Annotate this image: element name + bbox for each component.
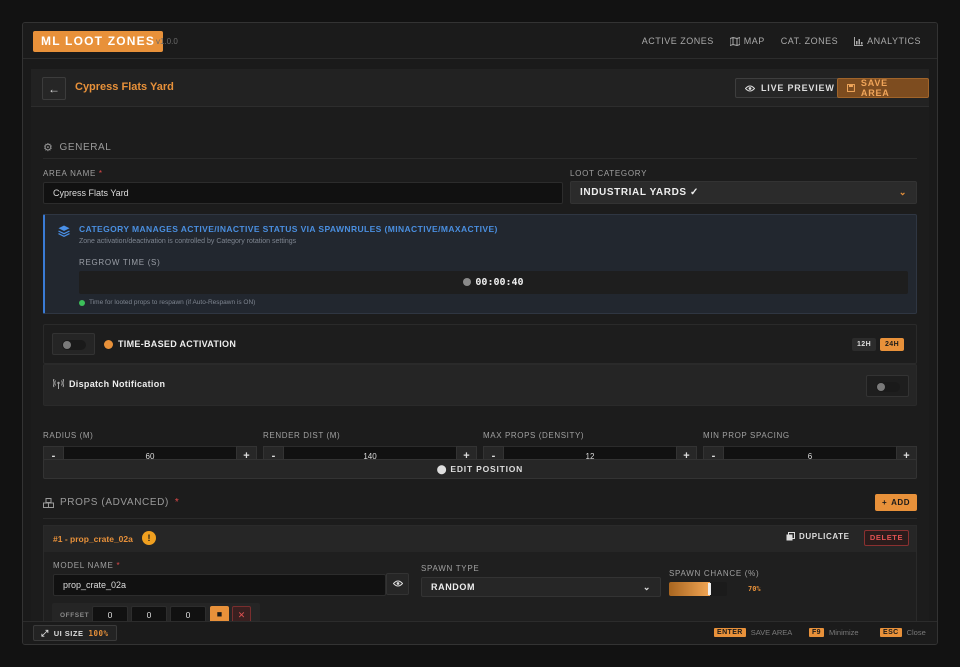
main-nav: ACTIVE ZONES MAP CAT. ZONES ANALYTICS xyxy=(642,23,921,59)
offset-y-input[interactable]: 0 xyxy=(131,606,167,621)
loot-zones-window: ML LOOT ZONES v1.0.0 ACTIVE ZONES MAP CA… xyxy=(22,22,938,645)
clock-icon xyxy=(104,339,113,349)
arrow-left-icon: ← xyxy=(48,81,60,96)
cubes-icon xyxy=(43,497,54,508)
clock-icon xyxy=(463,278,472,286)
area-editor-panel: ← Cypress Flats Yard LIVE PREVIEW SAVE A… xyxy=(31,69,929,621)
delete-prop-button[interactable]: DELETE xyxy=(864,530,909,546)
spawn-chance-fill xyxy=(669,582,710,596)
spawn-chance-value: 70% xyxy=(748,585,761,593)
prop-card-header: #1 - prop_crate_02a ! DUPLICATE DELETE xyxy=(44,526,916,552)
spawn-chance-label: SPAWN CHANCE (%) xyxy=(669,569,760,578)
regrow-time-input[interactable]: 00:00:40 xyxy=(79,271,908,294)
eye-icon xyxy=(745,85,755,91)
min-prop-spacing-label: MIN PROP SPACING xyxy=(703,431,790,440)
clear-offset-button[interactable]: ✕ xyxy=(232,606,251,621)
shortcut-enter: ENTER SAVE AREA xyxy=(714,628,792,637)
spawn-chance-slider[interactable] xyxy=(669,582,727,596)
prop-title: #1 - prop_crate_02a xyxy=(53,534,133,544)
app-version: v1.0.0 xyxy=(156,37,178,46)
props-section-title: PROPS (ADVANCED) * xyxy=(43,497,179,508)
warning-icon: ! xyxy=(142,531,156,545)
dispatch-notification-row: Dispatch Notification xyxy=(43,364,917,406)
kbd-enter: ENTER xyxy=(714,628,746,637)
area-header: ← Cypress Flats Yard LIVE PREVIEW SAVE A… xyxy=(31,69,929,107)
copy-icon xyxy=(786,532,795,541)
live-preview-button[interactable]: LIVE PREVIEW xyxy=(735,78,845,98)
close-icon: ✕ xyxy=(237,610,246,620)
save-area-button[interactable]: SAVE AREA xyxy=(837,78,929,98)
general-section-title: ⚙ GENERAL xyxy=(43,142,112,154)
regrow-time-label: REGROW TIME (S) xyxy=(79,258,161,267)
loot-category-select[interactable]: INDUSTRIAL YARDS ✓ ⌄ xyxy=(570,181,917,204)
dispatch-toggle-wrap xyxy=(866,375,909,397)
dispatch-toggle[interactable] xyxy=(876,382,900,392)
floppy-icon xyxy=(847,84,855,92)
offset-label: OFFSET xyxy=(60,612,90,619)
spawn-type-label: SPAWN TYPE xyxy=(421,564,480,573)
kbd-esc: ESC xyxy=(880,628,902,637)
footer-bar: ⤢ UI SIZE 100% ENTER SAVE AREA F9 Minimi… xyxy=(23,621,937,644)
offset-group: OFFSET 0 0 0 ■ ✕ xyxy=(52,603,260,621)
regrow-hint: Time for looted props to respawn (if Aut… xyxy=(79,299,255,306)
add-prop-button[interactable]: + ADD xyxy=(875,494,917,511)
back-button[interactable]: ← xyxy=(42,77,66,100)
area-name-label: AREA NAME * xyxy=(43,169,103,178)
dispatch-label: Dispatch Notification xyxy=(53,379,165,389)
expand-icon: ⤢ xyxy=(41,627,49,638)
model-name-input[interactable]: prop_crate_02a xyxy=(53,574,386,596)
category-info-box: CATEGORY MANAGES ACTIVE/INACTIVE STATUS … xyxy=(43,214,917,314)
app-logo: ML LOOT ZONES xyxy=(33,31,164,52)
check-circle-icon xyxy=(79,299,85,306)
map-pin-icon: ⬤ xyxy=(436,464,448,474)
info-title: CATEGORY MANAGES ACTIVE/INACTIVE STATUS … xyxy=(79,224,498,234)
max-props-label: MAX PROPS (DENSITY) xyxy=(483,431,585,440)
ui-size-button[interactable]: ⤢ UI SIZE 100% xyxy=(33,625,117,641)
apply-offset-button[interactable]: ■ xyxy=(210,606,229,621)
spawn-type-select[interactable]: RANDOM ⌄ xyxy=(421,577,661,597)
offset-z-input[interactable]: 0 xyxy=(170,606,206,621)
shortcut-esc: ESC Close xyxy=(880,628,926,637)
kbd-f9: F9 xyxy=(809,628,824,637)
area-title: Cypress Flats Yard xyxy=(75,81,174,93)
gear-icon: ⚙ xyxy=(43,142,54,154)
duplicate-prop-button[interactable]: DUPLICATE xyxy=(786,532,850,541)
info-subtitle: Zone activation/deactivation is controll… xyxy=(79,238,297,245)
nav-map[interactable]: MAP xyxy=(729,36,765,46)
format-24h-chip[interactable]: 24H xyxy=(880,338,905,351)
preview-model-button[interactable] xyxy=(386,573,409,595)
top-bar: ML LOOT ZONES v1.0.0 ACTIVE ZONES MAP CA… xyxy=(23,23,937,59)
format-12h-chip[interactable]: 12H xyxy=(852,338,877,351)
area-name-input[interactable]: Cypress Flats Yard xyxy=(43,182,563,204)
props-divider xyxy=(43,518,917,519)
spawn-chance-handle[interactable] xyxy=(707,583,711,595)
prop-card: #1 - prop_crate_02a ! DUPLICATE DELETE M… xyxy=(43,525,917,621)
chevron-down-icon: ⌄ xyxy=(898,187,907,197)
cube-icon: ■ xyxy=(216,609,223,619)
chevron-down-icon: ⌄ xyxy=(642,582,651,592)
nav-cat-zones[interactable]: CAT. ZONES xyxy=(781,36,838,46)
general-divider xyxy=(43,158,917,159)
time-activation-toggle-wrap xyxy=(52,333,95,355)
eye-icon xyxy=(392,580,403,587)
nav-analytics[interactable]: ANALYTICS xyxy=(854,36,921,46)
render-dist-label: RENDER DIST (M) xyxy=(263,431,341,440)
shortcut-f9: F9 Minimize xyxy=(809,628,859,637)
nav-active-zones[interactable]: ACTIVE ZONES xyxy=(642,36,714,46)
time-activation-label: TIME-BASED ACTIVATION xyxy=(104,339,236,349)
time-activation-toggle[interactable] xyxy=(62,340,86,350)
antenna-icon xyxy=(53,379,64,389)
loot-category-label: LOOT CATEGORY xyxy=(570,169,648,178)
map-icon xyxy=(729,36,740,46)
model-name-label: MODEL NAME * xyxy=(53,561,121,570)
offset-x-input[interactable]: 0 xyxy=(92,606,128,621)
edit-position-button[interactable]: ⬤ EDIT POSITION xyxy=(43,459,917,479)
radius-label: RADIUS (M) xyxy=(43,431,94,440)
layers-icon xyxy=(58,225,70,237)
chart-icon xyxy=(854,36,864,46)
time-activation-row: TIME-BASED ACTIVATION 12H 24H xyxy=(43,324,917,364)
plus-icon: + xyxy=(881,498,888,507)
